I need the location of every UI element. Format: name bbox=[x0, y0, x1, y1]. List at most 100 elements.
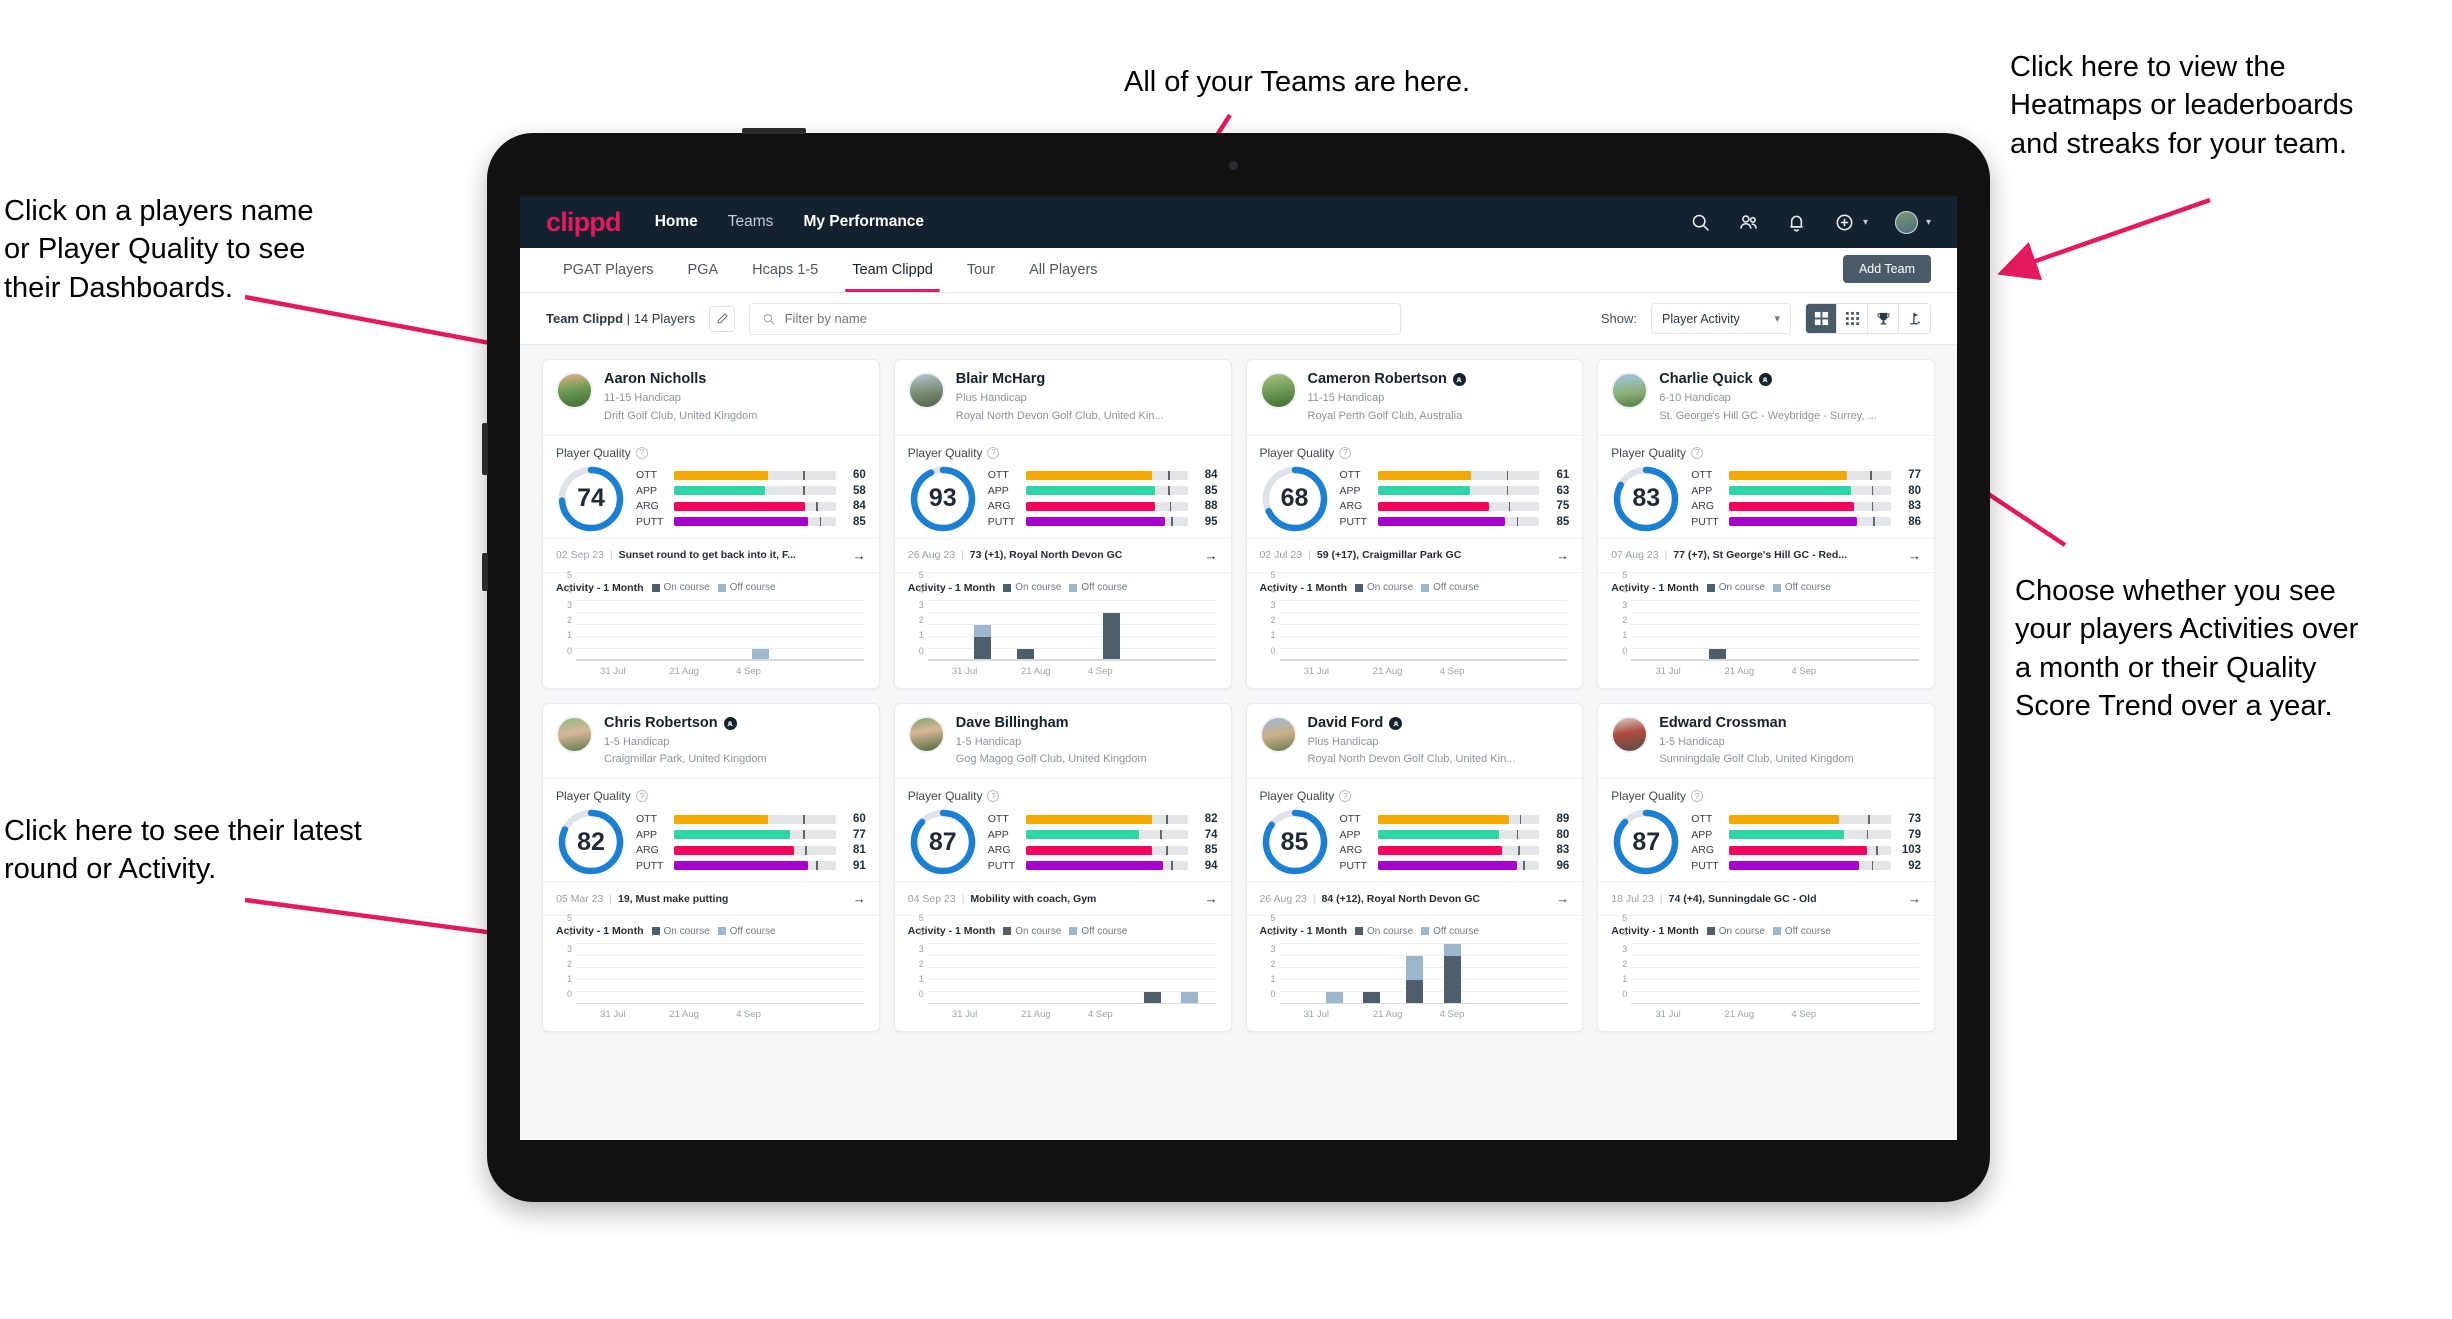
gridline bbox=[1631, 979, 1919, 981]
player-header[interactable]: Cameron Robertson 11-15 Handicap Royal P… bbox=[1246, 360, 1583, 436]
metric-benchmark-tick bbox=[816, 501, 818, 511]
y-axis-tick: 3 bbox=[918, 600, 924, 611]
gridline bbox=[1279, 955, 1568, 957]
metric-label: ARG bbox=[1339, 844, 1363, 856]
player-card[interactable]: Edward Crossman 1-5 Handicap Sunningdale… bbox=[1597, 702, 1935, 1033]
player-name[interactable]: David Ford bbox=[1308, 715, 1570, 732]
arrow-right-icon[interactable]: → bbox=[1556, 891, 1569, 906]
arrow-right-icon[interactable]: → bbox=[853, 548, 866, 563]
trophy-icon[interactable] bbox=[1868, 304, 1899, 333]
help-icon[interactable]: ? bbox=[987, 446, 1000, 459]
player-quality-section[interactable]: Player Quality ? 68 OTT 61 APP 63 ARG 75… bbox=[1247, 436, 1583, 538]
player-card[interactable]: Dave Billingham 1-5 Handicap Gog Magog G… bbox=[893, 702, 1232, 1033]
help-icon[interactable]: ? bbox=[1690, 446, 1703, 459]
help-icon[interactable]: ? bbox=[635, 446, 648, 459]
latest-activity-row[interactable]: 07 Aug 23 | 77 (+7), St George's Hill GC… bbox=[1598, 537, 1934, 573]
nav-link-home[interactable]: Home bbox=[655, 213, 698, 231]
activity-bar bbox=[1406, 956, 1424, 1005]
metric-fill bbox=[1377, 517, 1506, 527]
player-quality-section[interactable]: Player Quality ? 82 OTT 60 APP 77 ARG 81… bbox=[543, 779, 879, 881]
player-quality-section[interactable]: Player Quality ? 87 OTT 73 APP 79 ARG 10… bbox=[1598, 779, 1934, 881]
player-count: 14 Players bbox=[633, 311, 696, 326]
add-team-button[interactable]: Add Team bbox=[1842, 255, 1931, 283]
latest-activity-row[interactable]: 18 Jul 23 | 74 (+4), Sunningdale GC - Ol… bbox=[1598, 881, 1934, 917]
latest-activity-row[interactable]: 26 Aug 23 | 73 (+1), Royal North Devon G… bbox=[894, 537, 1231, 573]
search-input[interactable] bbox=[784, 311, 1389, 326]
metric-track bbox=[1025, 486, 1188, 496]
metric-fill bbox=[674, 501, 806, 511]
tab-hcaps-1-5[interactable]: Hcaps 1-5 bbox=[735, 248, 835, 292]
player-name[interactable]: Edward Crossman bbox=[1659, 715, 1921, 732]
nav-link-teams[interactable]: Teams bbox=[728, 213, 774, 231]
flag-icon[interactable] bbox=[1899, 304, 1930, 333]
edit-team-button[interactable] bbox=[709, 305, 736, 332]
arrow-right-icon[interactable]: → bbox=[1908, 548, 1921, 563]
search-field[interactable] bbox=[749, 302, 1402, 335]
bell-icon[interactable] bbox=[1786, 212, 1807, 233]
tab-team-clippd[interactable]: Team Clippd bbox=[835, 248, 950, 292]
player-card[interactable]: Blair McHarg Plus Handicap Royal North D… bbox=[893, 359, 1232, 689]
player-quality-section[interactable]: Player Quality ? 85 OTT 89 APP 80 ARG 83… bbox=[1247, 779, 1583, 881]
player-card[interactable]: Chris Robertson 1-5 Handicap Craigmillar… bbox=[542, 702, 880, 1033]
arrow-right-icon[interactable]: → bbox=[1908, 891, 1921, 906]
arrow-right-icon[interactable]: → bbox=[1556, 548, 1569, 563]
show-select[interactable]: Player Activity ▾ bbox=[1651, 303, 1791, 334]
player-quality-section[interactable]: Player Quality ? 74 OTT 60 APP 58 ARG 84… bbox=[543, 436, 879, 538]
metric-track bbox=[674, 517, 836, 527]
player-quality-section[interactable]: Player Quality ? 83 OTT 77 APP 80 ARG 83… bbox=[1598, 436, 1934, 538]
metric-row: APP 77 bbox=[636, 829, 866, 841]
latest-activity-row[interactable]: 26 Aug 23 | 84 (+12), Royal North Devon … bbox=[1246, 881, 1583, 917]
clippd-logo[interactable]: clippd bbox=[546, 207, 621, 238]
people-icon[interactable] bbox=[1738, 212, 1759, 233]
player-header[interactable]: David Ford Plus Handicap Royal North Dev… bbox=[1246, 704, 1583, 780]
player-header[interactable]: Dave Billingham 1-5 Handicap Gog Magog G… bbox=[894, 704, 1231, 780]
help-icon[interactable]: ? bbox=[1339, 446, 1352, 459]
player-name[interactable]: Chris Robertson bbox=[604, 715, 866, 732]
player-name[interactable]: Aaron Nicholls bbox=[604, 371, 866, 388]
arrow-right-icon[interactable]: → bbox=[1205, 891, 1218, 906]
latest-activity-row[interactable]: 02 Jul 23 | 59 (+17), Craigmillar Park G… bbox=[1246, 537, 1583, 573]
player-header[interactable]: Charlie Quick 6-10 Handicap St. George's… bbox=[1598, 360, 1934, 436]
latest-activity-row[interactable]: 02 Sep 23 | Sunset round to get back int… bbox=[543, 537, 879, 573]
quality-score-donut: 74 bbox=[556, 464, 626, 534]
player-card[interactable]: David Ford Plus Handicap Royal North Dev… bbox=[1245, 702, 1584, 1033]
player-quality-section[interactable]: Player Quality ? 93 OTT 84 APP 85 ARG 88… bbox=[895, 436, 1231, 538]
player-header[interactable]: Chris Robertson 1-5 Handicap Craigmillar… bbox=[543, 704, 879, 780]
grid-small-icon[interactable] bbox=[1837, 304, 1868, 333]
player-name[interactable]: Charlie Quick bbox=[1659, 371, 1921, 388]
player-header[interactable]: Blair McHarg Plus Handicap Royal North D… bbox=[894, 360, 1231, 436]
gridline bbox=[927, 599, 1216, 601]
player-header[interactable]: Aaron Nicholls 11-15 Handicap Drift Golf… bbox=[543, 360, 879, 436]
player-card[interactable]: Charlie Quick 6-10 Handicap St. George's… bbox=[1597, 359, 1935, 689]
chevron-down-icon-profile[interactable]: ▾ bbox=[1926, 217, 1931, 228]
latest-activity-date: 26 Aug 23 bbox=[1259, 892, 1307, 905]
search-icon[interactable] bbox=[1690, 212, 1711, 233]
team-summary-label: Team Clippd | 14 Players bbox=[546, 311, 695, 326]
help-icon[interactable]: ? bbox=[635, 790, 648, 803]
tab-all-players[interactable]: All Players bbox=[1012, 248, 1115, 292]
tab-pga[interactable]: PGA bbox=[671, 248, 736, 292]
player-card[interactable]: Aaron Nicholls 11-15 Handicap Drift Golf… bbox=[542, 359, 880, 689]
nav-link-my-performance[interactable]: My Performance bbox=[803, 213, 924, 231]
help-icon[interactable]: ? bbox=[987, 790, 1000, 803]
avatar[interactable] bbox=[1894, 210, 1918, 234]
player-name[interactable]: Dave Billingham bbox=[956, 715, 1218, 732]
tab-tour[interactable]: Tour bbox=[950, 248, 1012, 292]
y-axis-tick: 2 bbox=[566, 958, 572, 969]
arrow-right-icon[interactable]: → bbox=[853, 891, 866, 906]
latest-activity-row[interactable]: 04 Sep 23 | Mobility with coach, Gym → bbox=[894, 881, 1231, 917]
help-icon[interactable]: ? bbox=[1339, 790, 1352, 803]
help-icon[interactable]: ? bbox=[1690, 790, 1703, 803]
player-name[interactable]: Cameron Robertson bbox=[1308, 371, 1570, 388]
plus-circle-icon[interactable] bbox=[1834, 212, 1855, 233]
grid-large-icon[interactable] bbox=[1806, 304, 1837, 333]
player-quality-section[interactable]: Player Quality ? 87 OTT 82 APP 74 ARG 85… bbox=[895, 779, 1231, 881]
y-axis-tick: 4 bbox=[918, 928, 924, 939]
player-name[interactable]: Blair McHarg bbox=[956, 371, 1218, 388]
arrow-right-icon[interactable]: → bbox=[1205, 548, 1218, 563]
tab-pgat-players[interactable]: PGAT Players bbox=[546, 248, 671, 292]
player-card[interactable]: Cameron Robertson 11-15 Handicap Royal P… bbox=[1245, 359, 1584, 689]
player-header[interactable]: Edward Crossman 1-5 Handicap Sunningdale… bbox=[1598, 704, 1934, 780]
latest-activity-row[interactable]: 05 Mar 23 | 19, Must make putting → bbox=[543, 881, 879, 917]
chevron-down-icon-add[interactable]: ▾ bbox=[1863, 217, 1868, 228]
